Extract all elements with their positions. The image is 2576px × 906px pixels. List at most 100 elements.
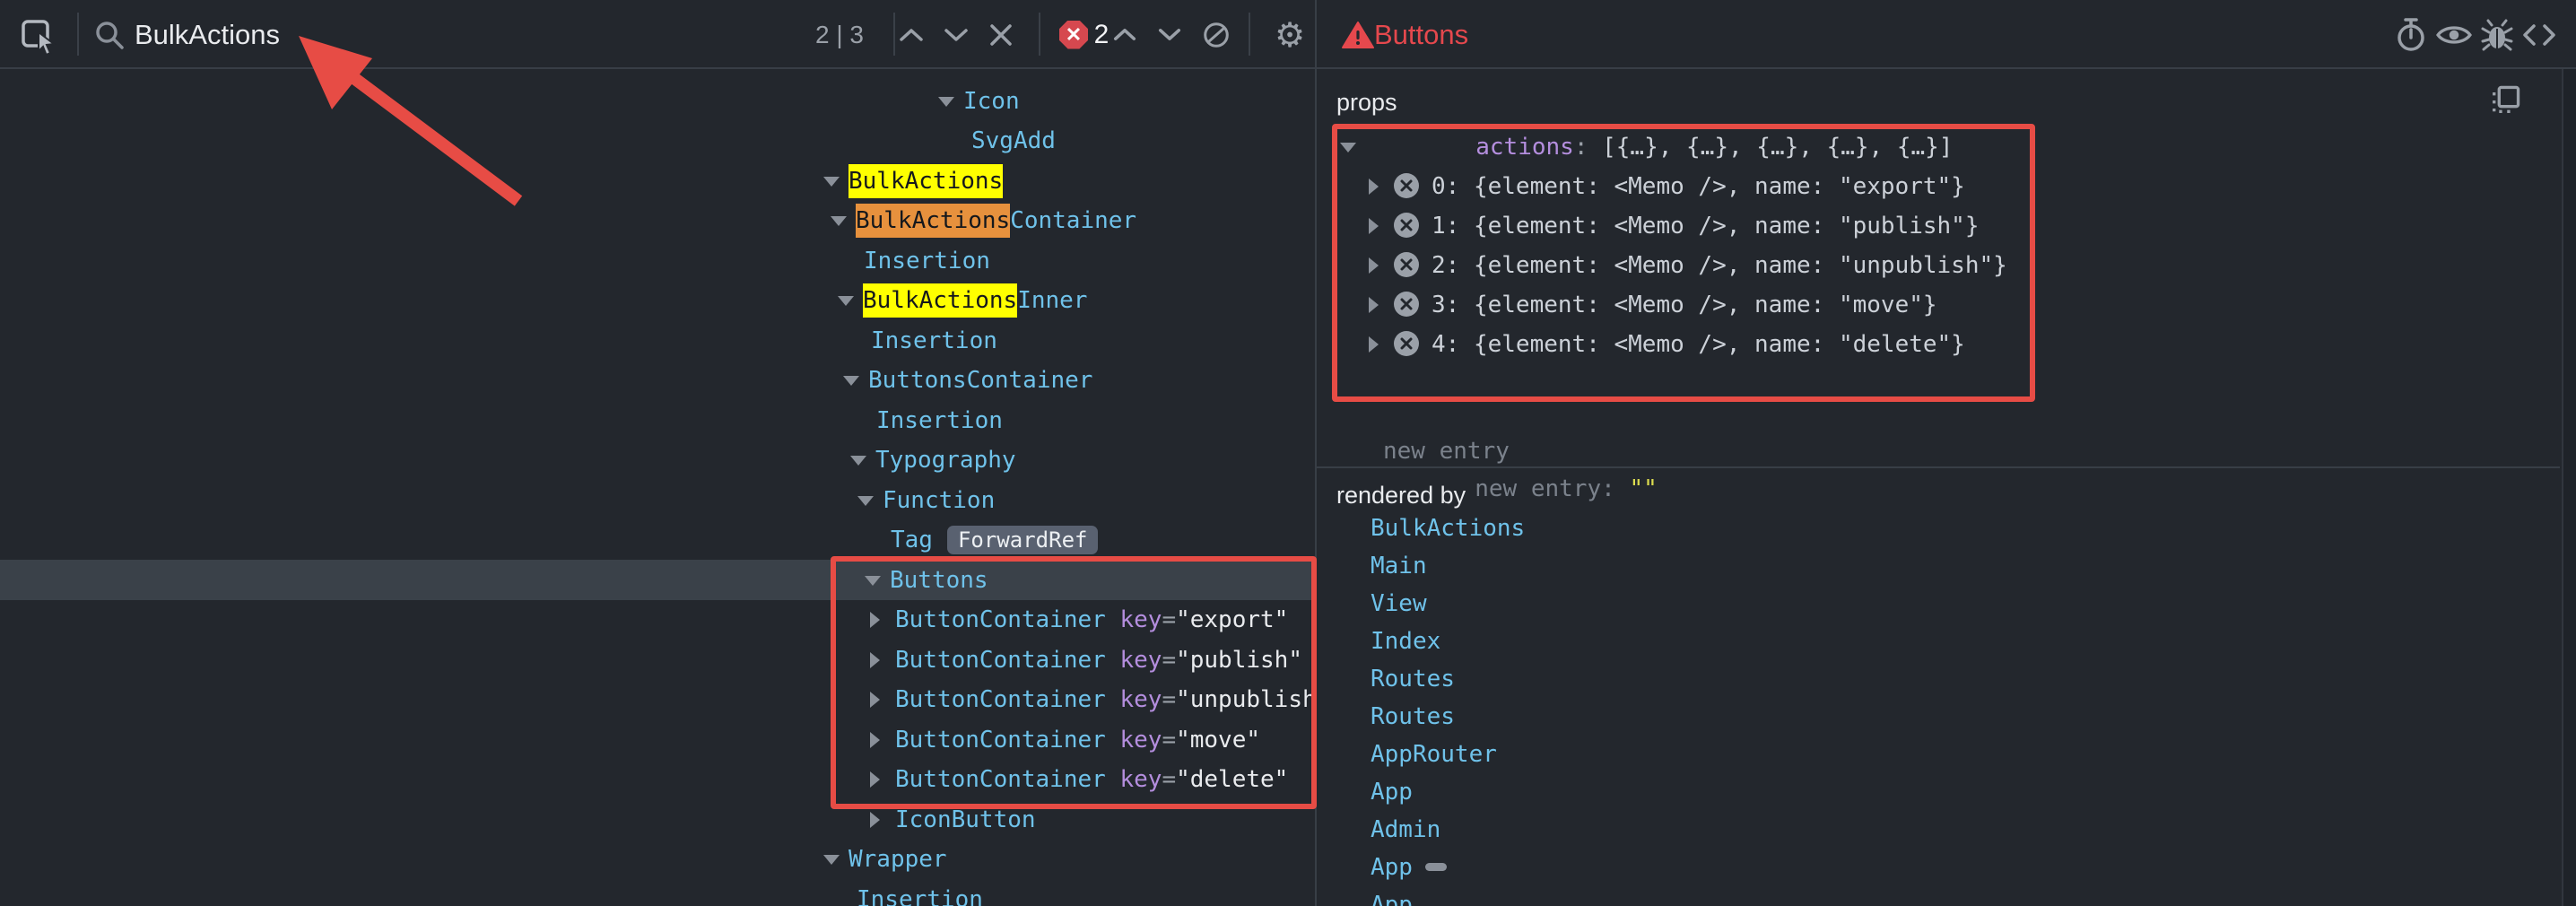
error-count-badge: ✕ xyxy=(1058,0,1089,69)
stopwatch-icon xyxy=(2394,17,2428,53)
tree-row[interactable]: Insertion xyxy=(0,240,1315,281)
component-name: ButtonContainer key="export" xyxy=(0,606,1288,633)
toolbar-divider xyxy=(77,13,79,56)
delete-entry-icon[interactable] xyxy=(1394,331,1419,356)
log-component-button[interactable] xyxy=(2477,0,2517,69)
tree-row[interactable]: ButtonContainer key="delete" xyxy=(0,760,1315,800)
tree-row[interactable]: SvgAdd xyxy=(0,121,1315,161)
expander-closed-icon[interactable] xyxy=(1369,297,1379,313)
tree-row[interactable]: BulkActions xyxy=(0,161,1315,201)
next-error-button[interactable] xyxy=(1150,0,1189,69)
expander-closed-icon[interactable] xyxy=(870,771,880,788)
expander-open-icon[interactable] xyxy=(823,177,840,187)
expander-closed-icon[interactable] xyxy=(1369,179,1379,195)
inspect-icon xyxy=(20,15,59,55)
search-input[interactable] xyxy=(133,13,764,57)
delete-entry-icon[interactable] xyxy=(1394,213,1419,238)
expander-open-icon[interactable] xyxy=(823,855,840,865)
tree-row[interactable]: Icon xyxy=(0,81,1315,121)
rendered-by-item[interactable]: App xyxy=(1371,885,1413,906)
prop-row-actions[interactable]: actions: [{…}, {…}, {…}, {…}, {…}] xyxy=(1317,127,2560,167)
component-name: ButtonsContainer xyxy=(0,367,1092,394)
rendered-by-item[interactable]: App xyxy=(1371,848,1447,886)
expander-open-icon[interactable] xyxy=(831,216,847,226)
expander-closed-icon[interactable] xyxy=(870,732,880,748)
tree-row[interactable]: IconButton xyxy=(0,799,1315,840)
prop-array-item-row[interactable]: 2: {element: <Memo />, name: "unpublish"… xyxy=(1317,246,2560,285)
previous-result-button[interactable] xyxy=(892,0,931,69)
expander-open-icon[interactable] xyxy=(838,296,854,306)
inspect-dom-button[interactable] xyxy=(2434,0,2474,69)
tree-row[interactable]: Typography xyxy=(0,440,1315,481)
collapse-arrow-icon[interactable] xyxy=(1340,143,1356,152)
rendered-by-item[interactable]: BulkActions xyxy=(1371,509,1525,547)
suspend-toggle-button[interactable] xyxy=(2391,0,2431,69)
expander-closed-icon[interactable] xyxy=(1369,218,1379,234)
warning-triangle-icon xyxy=(1340,0,1376,69)
bug-icon xyxy=(2481,18,2513,52)
copy-props-button[interactable] xyxy=(2488,83,2522,122)
chevron-down-icon xyxy=(1157,27,1182,42)
tree-row[interactable]: ButtonContainer key="export" xyxy=(0,600,1315,640)
expander-open-icon[interactable] xyxy=(850,456,866,466)
expander-closed-icon[interactable] xyxy=(1369,336,1379,353)
rendered-by-item[interactable]: View xyxy=(1371,584,1427,623)
inspected-element-panel: props actions: [{…}, {…}, {…}, {…}, {…}]… xyxy=(1317,69,2560,906)
expander-closed-icon[interactable] xyxy=(870,812,880,828)
new-entry-value[interactable]: "" xyxy=(1629,475,1657,502)
tree-row[interactable]: ButtonsContainer xyxy=(0,361,1315,401)
eye-icon xyxy=(2436,22,2472,48)
next-result-button[interactable] xyxy=(936,0,976,69)
expander-open-icon[interactable] xyxy=(843,376,859,386)
clear-search-button[interactable] xyxy=(981,0,1021,69)
rendered-by-item[interactable]: App xyxy=(1371,772,1413,811)
scrollbar-track[interactable] xyxy=(2562,69,2576,906)
rendered-by-item[interactable]: Main xyxy=(1371,546,1427,585)
delete-entry-icon[interactable] xyxy=(1394,292,1419,317)
rendered-by-item[interactable]: Routes xyxy=(1371,659,1455,698)
settings-button[interactable]: ⚙ xyxy=(1266,0,1313,69)
chevron-up-icon xyxy=(898,27,925,43)
tree-row[interactable]: BulkActionsInner xyxy=(0,281,1315,321)
search-result-count: 2 | 3 xyxy=(804,0,875,69)
tree-row[interactable]: TagForwardRef xyxy=(0,520,1315,561)
rendered-by-item[interactable]: AppRouter xyxy=(1371,735,1497,773)
tree-row[interactable]: Insertion xyxy=(0,320,1315,361)
owner-badge xyxy=(1425,863,1447,871)
expander-open-icon[interactable] xyxy=(938,97,954,107)
close-icon xyxy=(989,23,1013,47)
tree-row[interactable]: Wrapper xyxy=(0,840,1315,880)
view-source-button[interactable] xyxy=(2519,0,2559,69)
rendered-by-item[interactable]: Routes xyxy=(1371,697,1455,736)
tree-row[interactable]: Insertion xyxy=(0,879,1315,906)
tree-row[interactable]: Function xyxy=(0,480,1315,520)
component-name: BulkActionsContainer xyxy=(0,207,1136,234)
clear-errors-button[interactable] xyxy=(1197,0,1236,69)
delete-entry-icon[interactable] xyxy=(1394,173,1419,198)
expander-closed-icon[interactable] xyxy=(1369,257,1379,274)
previous-error-button[interactable] xyxy=(1105,0,1144,69)
rendered-by-item[interactable]: Index xyxy=(1371,622,1440,660)
prop-array-item-row[interactable]: 4: {element: <Memo />, name: "delete"} xyxy=(1317,325,2560,364)
rendered-by-item[interactable]: Admin xyxy=(1371,810,1440,849)
delete-entry-icon[interactable] xyxy=(1394,252,1419,277)
component-name: TagForwardRef xyxy=(0,527,1098,553)
inspect-element-button[interactable] xyxy=(16,0,63,69)
expander-closed-icon[interactable] xyxy=(870,692,880,708)
expander-open-icon[interactable] xyxy=(857,496,874,506)
prop-array-item-row[interactable]: 1: {element: <Memo />, name: "publish"} xyxy=(1317,206,2560,246)
expander-closed-icon[interactable] xyxy=(870,612,880,628)
expander-closed-icon[interactable] xyxy=(870,652,880,668)
tree-row[interactable]: ButtonContainer key="unpublish" xyxy=(0,680,1315,720)
prop-name: actions xyxy=(1475,134,1574,161)
component-name: Insertion xyxy=(0,327,997,354)
tree-row[interactable]: ButtonContainer key="move" xyxy=(0,719,1315,760)
tree-row[interactable]: ButtonContainer key="publish" xyxy=(0,640,1315,680)
tree-row[interactable]: BulkActionsContainer xyxy=(0,201,1315,241)
tree-row[interactable]: Buttons xyxy=(0,560,1315,600)
props-new-entry-row[interactable]: new entry: "" xyxy=(1317,469,2560,509)
prop-array-item-row[interactable]: 3: {element: <Memo />, name: "move"} xyxy=(1317,285,2560,325)
expander-open-icon[interactable] xyxy=(865,576,881,586)
prop-array-item-row[interactable]: 0: {element: <Memo />, name: "export"} xyxy=(1317,167,2560,206)
tree-row[interactable]: Insertion xyxy=(0,400,1315,440)
